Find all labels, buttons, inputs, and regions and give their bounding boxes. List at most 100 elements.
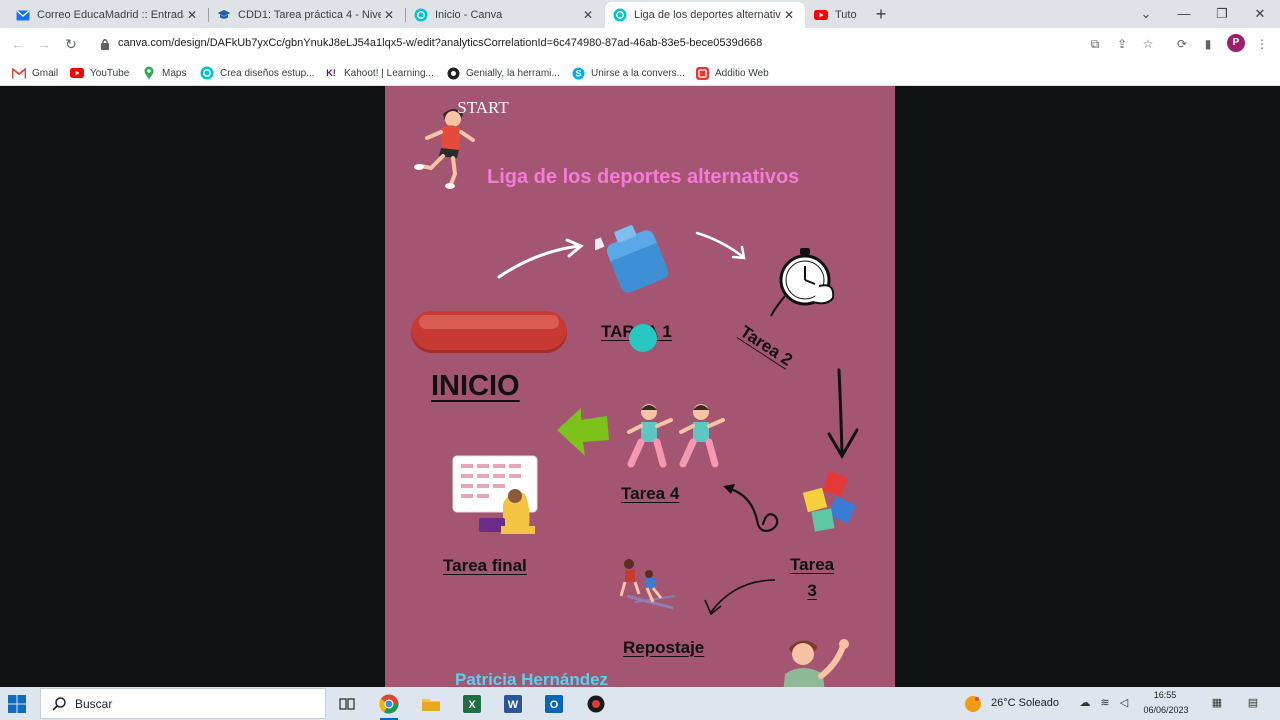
graduation-cap-icon — [217, 8, 231, 22]
file-explorer-icon[interactable] — [418, 691, 444, 717]
excel-icon[interactable]: X — [459, 691, 485, 717]
close-icon[interactable]: ✕ — [381, 7, 397, 23]
tarea3-label-line2: 3 — [807, 581, 817, 600]
canva-icon — [200, 66, 214, 80]
tarea4-label[interactable]: Tarea 4 — [621, 484, 679, 504]
tab-title: Tuto — [835, 9, 857, 21]
bookmarks-bar: Gmail YouTube Maps Crea diseños estup...… — [0, 60, 1280, 86]
word-icon[interactable]: W — [500, 691, 526, 717]
side-panel-icon[interactable]: ▮ — [1200, 36, 1216, 52]
bookmark-maps[interactable]: Maps — [142, 64, 186, 82]
bookmark-gmail[interactable]: Gmail — [12, 64, 58, 82]
bookmark-youtube[interactable]: YouTube — [70, 64, 129, 82]
browser-tab-strip: Correo EducaMadrid :: Entrada :: ✕ CDD1:… — [0, 0, 1280, 28]
lock-icon — [101, 39, 109, 50]
kahoot-icon: K! — [326, 68, 336, 78]
new-tab-button[interactable]: + — [872, 5, 890, 23]
start-button[interactable] — [411, 311, 567, 353]
start-button-highlight — [419, 315, 559, 329]
notification-icon[interactable]: ▤ — [1246, 696, 1260, 710]
tab-search-chevron-icon[interactable]: ⌄ — [1136, 4, 1156, 24]
onedrive-icon[interactable]: ☁ — [1078, 696, 1092, 710]
tarea-final-label[interactable]: Tarea final — [443, 556, 527, 576]
maximize-button[interactable]: ❐ — [1212, 4, 1232, 24]
youtube-icon — [814, 8, 828, 22]
youtube-icon — [70, 66, 84, 80]
weather-text[interactable]: 26°C Soleado — [991, 697, 1059, 709]
arrow-to-tarea2-icon — [695, 231, 746, 260]
profile-avatar[interactable]: P — [1227, 34, 1245, 52]
author-name: Patricia Hernández — [455, 670, 609, 687]
skype-icon: S — [571, 66, 585, 80]
windows-start-icon[interactable] — [8, 695, 26, 713]
bookmark-label: Crea diseños estup... — [220, 67, 315, 79]
back-button[interactable]: ← — [9, 35, 27, 53]
reload-button[interactable]: ↻ — [62, 35, 80, 53]
widget-icon[interactable]: ▦ — [1210, 696, 1224, 710]
wifi-icon[interactable]: ≋ — [1098, 696, 1112, 710]
tab-title: Inicio - Canva — [435, 9, 503, 21]
bookmark-canva[interactable]: Crea diseños estup... — [200, 64, 315, 82]
water-bottle-illustration[interactable] — [595, 218, 675, 298]
arrow-to-tarea1-icon — [497, 238, 584, 279]
tab-liga-deportes[interactable]: Liga de los deportes alternativos ✕ — [605, 2, 805, 28]
additio-icon — [695, 66, 709, 80]
close-window-button[interactable]: ✕ — [1250, 4, 1270, 24]
bookmark-label: Unirse a la convers... — [591, 67, 685, 79]
tab-tuto-youtube[interactable]: Tuto — [806, 2, 866, 28]
share-icon[interactable]: ⇪ — [1114, 36, 1130, 52]
bookmark-skype[interactable]: S Unirse a la convers... — [571, 64, 685, 82]
arrow-to-repostaje-icon — [704, 579, 776, 616]
task-view-icon[interactable] — [334, 691, 360, 717]
tab-correo-educamadrid[interactable]: Correo EducaMadrid :: Entrada :: ✕ — [8, 2, 208, 28]
dancing-kids-illustration[interactable] — [623, 402, 733, 468]
clock-date[interactable]: 06/06/2023 — [1138, 705, 1194, 715]
minimize-button[interactable]: — — [1174, 4, 1194, 24]
bookmark-kahoot[interactable]: K! Kahoot! | Learning... — [324, 64, 434, 82]
close-icon[interactable]: ✕ — [781, 7, 797, 23]
bookmark-additio[interactable]: Additio Web — [695, 64, 769, 82]
svg-text:X: X — [468, 699, 476, 711]
taskbar-search-box[interactable]: Buscar — [40, 688, 326, 719]
tab-title: Liga de los deportes alternativos — [634, 9, 781, 21]
address-bar[interactable]: canva.com/design/DAFkUb7yxCc/gbnYnukJ8eL… — [92, 32, 1170, 56]
extension-icon[interactable]: ⟳ — [1174, 36, 1190, 52]
bookmark-label: Genially, la herrami... — [466, 67, 560, 79]
clock-time[interactable]: 16:55 — [1150, 690, 1180, 700]
outlook-icon[interactable]: O — [541, 691, 567, 717]
bookmark-genially[interactable]: Genially, la herrami... — [446, 64, 560, 82]
chrome-taskbar-icon[interactable] — [376, 691, 402, 720]
close-icon[interactable]: ✕ — [184, 7, 200, 23]
repostaje-label[interactable]: Repostaje — [623, 638, 704, 658]
design-page[interactable]: Liga de los deportes alternativos START … — [385, 86, 895, 687]
inicio-label[interactable]: INICIO — [431, 370, 520, 403]
tab-title: CDD1: Tarea práctica 4 - Nivel A2 — [238, 9, 381, 21]
svg-text:O: O — [550, 699, 559, 711]
close-icon[interactable]: ✕ — [580, 7, 596, 23]
puzzle-pieces-illustration[interactable] — [801, 470, 865, 538]
spreadsheet-person-illustration[interactable] — [451, 454, 541, 536]
tarea2-label[interactable]: Tarea 2 — [736, 322, 796, 371]
stopwatch-illustration[interactable] — [769, 246, 841, 320]
screen-recorder-icon[interactable] — [583, 691, 609, 717]
tab-title: Correo EducaMadrid :: Entrada :: — [37, 9, 184, 21]
waving-boy-illustration[interactable] — [775, 634, 855, 687]
volume-icon[interactable]: ◁ — [1117, 696, 1131, 710]
forward-button[interactable]: → — [35, 35, 53, 53]
canva-icon — [414, 8, 428, 22]
sun-weather-icon[interactable] — [964, 695, 982, 713]
canva-editor-viewport: Liga de los deportes alternativos START … — [0, 86, 1280, 687]
gmail-icon — [12, 66, 26, 80]
curly-arrow-icon — [723, 484, 779, 532]
star-bookmark-icon[interactable]: ☆ — [1140, 36, 1156, 52]
tarea3-label-line1: Tarea — [790, 555, 835, 574]
canva-icon — [613, 8, 627, 22]
bookmark-label: YouTube — [90, 67, 130, 79]
repostaje-runners-illustration[interactable] — [617, 556, 683, 612]
tab-inicio-canva[interactable]: Inicio - Canva ✕ — [406, 2, 604, 28]
cast-icon[interactable]: ⧉ — [1087, 36, 1103, 52]
menu-kebab-icon[interactable]: ⋮ — [1254, 36, 1270, 52]
tarea3-label[interactable]: Tarea 3 — [790, 552, 834, 604]
bookmark-label: Additio Web — [715, 67, 769, 79]
tab-cdd1-tarea[interactable]: CDD1: Tarea práctica 4 - Nivel A2 ✕ — [209, 2, 405, 28]
